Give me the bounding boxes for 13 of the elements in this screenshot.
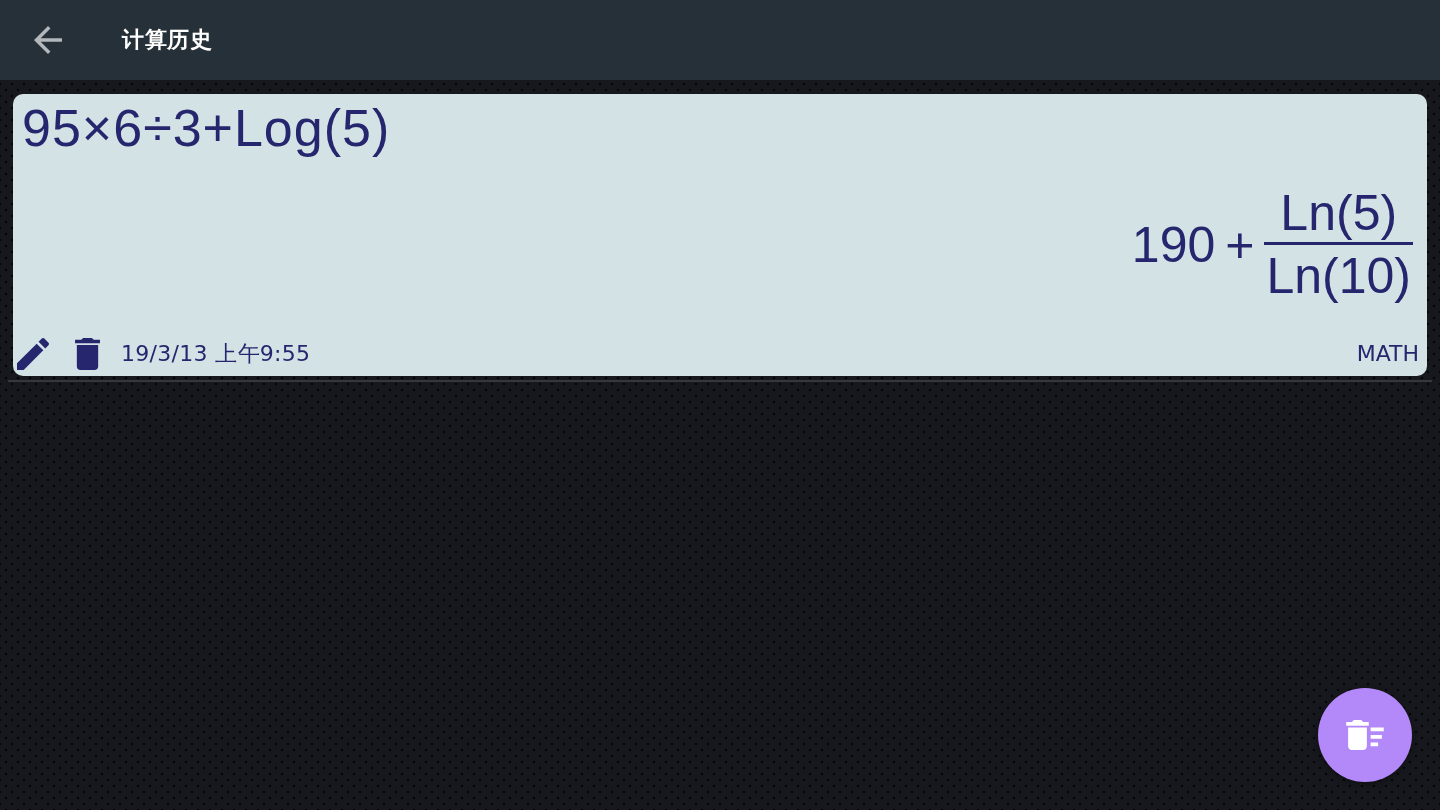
- result-text: 190: [1131, 217, 1216, 272]
- app-bar-title: 计算历史: [122, 26, 212, 54]
- pencil-icon[interactable]: [17, 338, 49, 370]
- fraction-denominator: Ln(10): [1265, 251, 1412, 301]
- fraction-numerator: Ln(5): [1279, 188, 1399, 238]
- back-icon[interactable]: [34, 26, 62, 54]
- trash-lines-icon: [1346, 720, 1384, 750]
- result-text: +: [1225, 217, 1255, 272]
- trash-icon[interactable]: [75, 338, 100, 370]
- timestamp: 19/3/13 上午9:55: [121, 340, 311, 368]
- floating-action-button[interactable]: [1318, 688, 1412, 782]
- mode-label: MATH: [1356, 340, 1419, 368]
- expression-text: 95×6÷3+Log(5): [22, 98, 391, 158]
